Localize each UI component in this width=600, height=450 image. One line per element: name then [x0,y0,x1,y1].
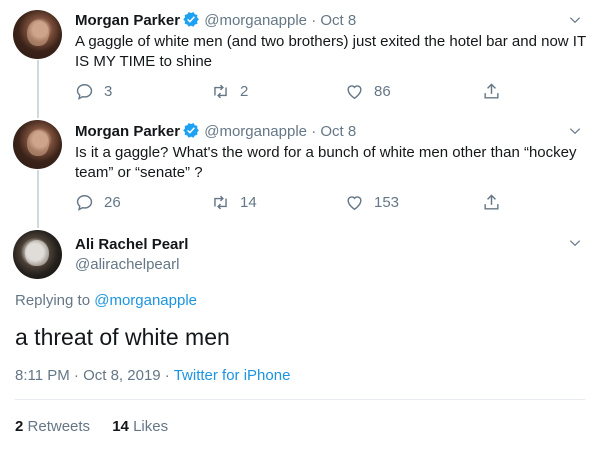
verified-badge-icon [183,123,199,138]
share-icon [484,82,499,99]
retweet-count: 14 [240,193,257,211]
tweet[interactable]: Morgan Parker @morganapple · Oct 8 Is it… [0,112,600,224]
tweet-actions: 26 14 153 [75,192,505,212]
reply-button[interactable]: 3 [75,81,112,101]
avatar[interactable] [13,10,62,59]
like-button[interactable]: 86 [345,81,391,101]
like-button[interactable]: 153 [345,192,399,212]
reply-icon [76,83,93,100]
retweet-count: 2 [240,82,249,100]
like-icon [347,84,362,99]
tweet-date[interactable]: Oct 8 [320,123,356,140]
divider [15,399,585,400]
separator: · [311,12,317,29]
retweet-button[interactable]: 2 [211,81,248,101]
reply-count: 26 [104,193,121,211]
reply-button[interactable]: 26 [75,192,121,212]
tweet-timestamp[interactable]: 8:11 PM · Oct 8, 2019 · [15,367,174,384]
author-name[interactable]: Morgan Parker [75,12,180,29]
like-icon [347,195,362,210]
verified-badge-icon [183,12,199,27]
retweets-count: 2 [15,418,24,435]
like-count: 153 [374,193,400,211]
author-handle[interactable]: @morganapple [204,12,307,29]
source-app-link[interactable]: Twitter for iPhone [174,367,291,384]
engagement-stats: 2 Retweets 14 Likes [15,418,186,435]
retweet-button[interactable]: 14 [211,192,257,212]
share-icon [484,193,499,210]
author-name[interactable]: Morgan Parker [75,123,180,140]
tweet-text: A gaggle of white men (and two brothers)… [75,33,586,70]
chevron-down-icon[interactable] [568,13,582,27]
separator: · [311,123,317,140]
retweet-icon [214,195,227,209]
likes-stat[interactable]: 14 Likes [112,418,168,435]
reply-count: 3 [104,82,113,100]
like-count: 86 [374,82,391,100]
replying-prefix: Replying to [15,292,95,309]
reply-icon [76,194,93,211]
tweet-actions: 3 2 86 [75,81,505,101]
retweets-label: Retweets [27,418,91,435]
replying-to: Replying to @morganapple [15,292,197,309]
chevron-down-icon[interactable] [568,124,582,138]
author-handle[interactable]: @morganapple [204,123,307,140]
likes-count: 14 [112,418,129,435]
tweet-header: Morgan Parker @morganapple · Oct 8 [75,121,356,142]
mention-link[interactable]: @morganapple [94,292,197,309]
avatar[interactable] [13,230,62,279]
tweet-text: Is it a gaggle? What's the word for a bu… [75,144,577,181]
avatar[interactable] [13,120,62,169]
tweet-text: a threat of white men [15,324,230,350]
share-button[interactable] [482,81,501,101]
retweet-icon [214,84,227,98]
tweet-date[interactable]: Oct 8 [320,12,356,29]
tweet[interactable]: Morgan Parker @morganapple · Oct 8 A gag… [0,0,600,112]
author-name[interactable]: Ali Rachel Pearl [75,236,188,253]
likes-label: Likes [133,418,169,435]
retweets-stat[interactable]: 2 Retweets [15,418,90,435]
share-button[interactable] [482,192,501,212]
author-handle[interactable]: @alirachelpearl [75,256,179,273]
tweet-header: Morgan Parker @morganapple · Oct 8 [75,10,356,31]
chevron-down-icon[interactable] [568,236,582,250]
tweet-meta: 8:11 PM · Oct 8, 2019 · Twitter for iPho… [15,367,290,384]
